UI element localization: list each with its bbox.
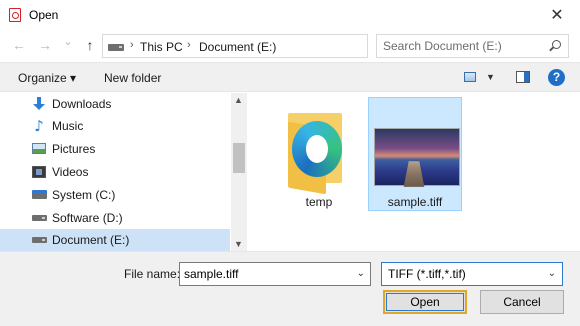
file-name-input[interactable] (184, 267, 349, 281)
downloads-icon (32, 97, 46, 111)
search-box[interactable] (376, 34, 569, 58)
forward-arrow-icon[interactable]: → (36, 37, 54, 53)
navigation-bar: ← → ⌄ ↑ › This PC › Document (E:) ⌄ ↻ (0, 32, 580, 60)
sidebar-item-label: Document (E:) (52, 233, 130, 247)
sidebar-item-software-d[interactable]: Software (D:) (0, 207, 230, 229)
drive-icon (108, 44, 124, 51)
view-options-dropdown[interactable]: ▼ (486, 72, 495, 82)
sidebar-item-label: Downloads (52, 97, 112, 111)
sidebar-item-pictures[interactable]: Pictures (0, 138, 230, 160)
help-icon[interactable]: ? (548, 69, 565, 86)
search-input[interactable] (383, 39, 543, 53)
scroll-down-icon[interactable]: ▼ (234, 239, 243, 249)
sidebar-item-label: System (C:) (52, 188, 116, 202)
pictures-icon (32, 143, 46, 154)
system-drive-icon (32, 190, 47, 199)
navigation-pane: Downloads ♪ Music Pictures Videos System… (0, 93, 247, 251)
file-name-label: File name: (124, 267, 181, 281)
drive-icon (32, 215, 47, 221)
dialog-footer: File name: ⌄ TIFF (*.tiff,*.tif) ⌄ Open … (0, 251, 580, 326)
sidebar-item-system-c[interactable]: System (C:) (0, 184, 230, 206)
edge-logo-icon (292, 121, 342, 177)
file-item-temp[interactable]: temp (272, 103, 366, 217)
sidebar-item-label: Videos (52, 165, 89, 179)
music-icon: ♪ (34, 117, 44, 135)
breadcrumb-separator: › (130, 39, 134, 51)
organize-button[interactable]: Organize ▾ (18, 71, 76, 85)
close-button[interactable]: ✕ (534, 0, 580, 30)
change-view-icon[interactable] (464, 72, 476, 82)
preview-pane-icon[interactable] (516, 71, 530, 83)
file-name-combobox[interactable]: ⌄ (179, 262, 371, 286)
file-list: temp sample.tiff (247, 93, 580, 251)
breadcrumb-document-e[interactable]: Document (E:) (199, 40, 276, 54)
search-icon[interactable] (552, 40, 561, 49)
sidebar-item-music[interactable]: ♪ Music (0, 115, 230, 137)
back-arrow-icon[interactable]: ← (10, 37, 28, 53)
chevron-down-icon[interactable]: ⌄ (357, 268, 365, 279)
new-folder-button[interactable]: New folder (104, 71, 161, 85)
drive-icon (32, 237, 47, 243)
file-type-value: TIFF (*.tiff,*.tif) (388, 267, 466, 281)
recent-locations-icon[interactable]: ⌄ (59, 35, 77, 48)
sidebar-scrollbar[interactable]: ▲ ▼ (231, 93, 247, 251)
sidebar-item-label: Music (52, 119, 84, 133)
file-type-select[interactable]: TIFF (*.tiff,*.tif) ⌄ (381, 262, 563, 286)
address-bar[interactable]: › This PC › Document (E:) ⌄ ↻ (102, 34, 465, 58)
sidebar-item-label: Pictures (52, 142, 96, 156)
open-button[interactable]: Open (383, 290, 467, 314)
chevron-down-icon[interactable]: ⌄ (548, 268, 556, 279)
file-name: sample.tiff (387, 195, 443, 209)
cancel-button[interactable]: Cancel (480, 290, 564, 314)
sidebar-item-downloads[interactable]: Downloads (0, 93, 230, 115)
videos-icon (32, 166, 46, 178)
sidebar-item-videos[interactable]: Videos (0, 161, 230, 183)
file-item-sample-tiff[interactable]: sample.tiff (368, 97, 462, 211)
breadcrumb-separator: › (187, 39, 191, 51)
command-bar: Organize ▾ New folder ▼ ? (0, 62, 580, 92)
app-icon (9, 8, 21, 22)
file-name: temp (305, 195, 333, 209)
sidebar-item-document-e[interactable]: Document (E:) (0, 229, 230, 251)
up-arrow-icon[interactable]: ↑ (81, 37, 99, 53)
image-thumbnail (374, 128, 460, 186)
window-title: Open (29, 8, 59, 22)
sidebar-item-label: Software (D:) (52, 211, 123, 225)
title-bar: Open ✕ (0, 0, 580, 30)
scroll-up-icon[interactable]: ▲ (234, 95, 243, 105)
scroll-thumb[interactable] (233, 143, 245, 173)
breadcrumb-this-pc[interactable]: This PC (140, 40, 183, 54)
